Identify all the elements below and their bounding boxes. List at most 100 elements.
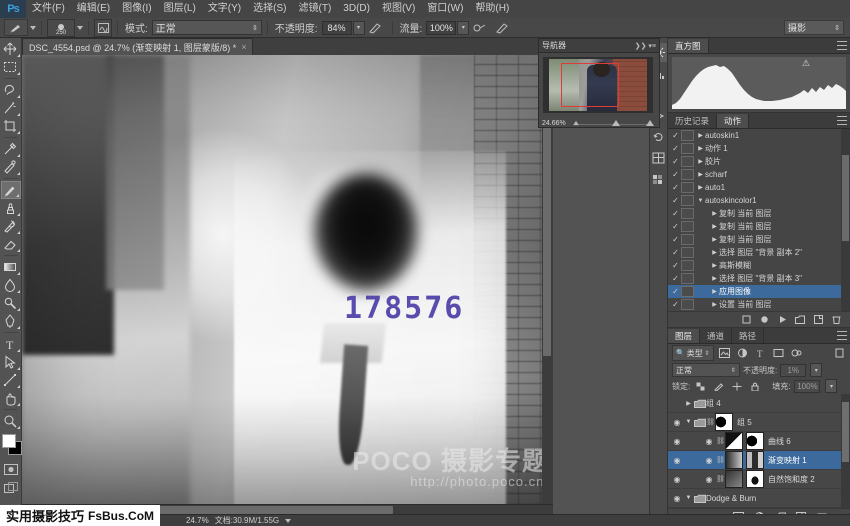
mask-link-icon[interactable]: ⛓ <box>706 418 715 426</box>
menu-item-1[interactable]: 编辑(E) <box>71 0 116 18</box>
group-expand-icon[interactable]: ▶ <box>684 400 693 407</box>
layer-filter-toggle[interactable] <box>832 346 846 360</box>
tab-paths[interactable]: 路径 <box>732 329 764 343</box>
layer-visibility-icon[interactable]: ◉ <box>670 418 684 427</box>
layer-fill-stepper[interactable]: ▾ <box>825 379 837 393</box>
action-enabled-check[interactable]: ✓ <box>670 209 681 218</box>
histogram-panel-menu-icon[interactable] <box>837 41 847 50</box>
layer-adjustment-visibility-icon[interactable]: ◉ <box>702 437 716 446</box>
menu-item-8[interactable]: 视图(V) <box>376 0 421 18</box>
lock-image-pixels-icon[interactable] <box>712 379 726 393</box>
action-dialog-toggle[interactable] <box>681 234 694 245</box>
status-chevron-icon[interactable] <box>285 519 291 523</box>
layer-mask-thumbnail[interactable] <box>715 413 733 431</box>
action-expand-icon[interactable]: ▼ <box>696 198 705 204</box>
action-enabled-check[interactable]: ✓ <box>670 235 681 244</box>
actions-list[interactable]: ✓▶autoskin1✓▶动作 1✓▶胶片✓▶scharf✓▶auto1✓▼au… <box>668 129 850 311</box>
tab-history[interactable]: 历史记录 <box>668 114 717 128</box>
action-row[interactable]: ✓▶动作 1 <box>668 142 850 155</box>
foreground-color-swatch[interactable] <box>2 434 16 448</box>
tab-actions[interactable]: 动作 <box>717 114 749 128</box>
action-dialog-toggle[interactable] <box>681 273 694 284</box>
new-set-icon[interactable] <box>795 314 806 325</box>
action-row[interactable]: ✓▶胶片 <box>668 155 850 168</box>
brush-preset-picker[interactable] <box>4 19 28 36</box>
action-enabled-check[interactable]: ✓ <box>670 222 681 231</box>
layer-mask-thumbnail[interactable] <box>746 432 764 450</box>
action-expand-icon[interactable]: ▶ <box>696 145 705 152</box>
tab-channels[interactable]: 通道 <box>700 329 732 343</box>
action-expand-icon[interactable]: ▶ <box>696 184 705 191</box>
layer-blend-mode-select[interactable]: 正常 ⇳ <box>672 363 740 377</box>
hand-tool[interactable] <box>1 389 21 407</box>
navigator-viewport-rectangle[interactable] <box>561 63 619 107</box>
mask-link-icon[interactable]: ⛓ <box>716 475 725 483</box>
menu-item-10[interactable]: 帮助(H) <box>469 0 515 18</box>
group-expand-icon[interactable]: ▼ <box>684 495 693 501</box>
layer-row[interactable]: ◉▼Dodge & Burn <box>668 489 850 508</box>
path-selection-tool[interactable] <box>1 353 21 371</box>
action-expand-icon[interactable]: ▶ <box>710 223 719 230</box>
layers-panel-menu-icon[interactable] <box>837 331 847 340</box>
mask-link-icon[interactable]: ⛓ <box>716 456 725 464</box>
close-icon[interactable]: × <box>241 42 246 52</box>
layers-scroll-thumb[interactable] <box>842 402 849 462</box>
layer-row[interactable]: ◉◉⛓曲线 6 <box>668 432 850 451</box>
action-expand-icon[interactable]: ▶ <box>710 275 719 282</box>
brush-size-indicator[interactable]: 250 <box>47 19 75 37</box>
status-zoom-value[interactable]: 24.7% <box>186 516 209 525</box>
eyedropper-tool[interactable] <box>1 140 21 158</box>
action-dialog-toggle[interactable] <box>681 182 694 193</box>
action-expand-icon[interactable]: ▶ <box>710 236 719 243</box>
new-action-icon[interactable] <box>813 314 824 325</box>
move-tool[interactable] <box>1 40 21 58</box>
layer-row[interactable]: ◉◉⛓渐变映射 1 <box>668 451 850 470</box>
layer-thumbnail[interactable] <box>725 432 743 450</box>
action-dialog-toggle[interactable] <box>681 286 694 297</box>
layer-opacity-input[interactable]: 1% <box>780 364 806 377</box>
layer-visibility-icon[interactable]: ◉ <box>670 494 684 503</box>
menu-item-2[interactable]: 图像(I) <box>116 0 157 18</box>
opacity-input[interactable]: 84% <box>322 21 352 35</box>
layer-mask-thumbnail[interactable] <box>746 451 764 469</box>
action-row[interactable]: ✓▶高斯模糊 <box>668 259 850 272</box>
action-enabled-check[interactable]: ✓ <box>670 157 681 166</box>
lock-transparent-pixels-icon[interactable] <box>694 379 708 393</box>
workspace-selector[interactable]: 摄影 ⇳ <box>784 20 844 35</box>
action-expand-icon[interactable]: ▶ <box>696 158 705 165</box>
layer-visibility-icon[interactable]: ◉ <box>670 437 684 446</box>
mask-link-icon[interactable]: ⛓ <box>716 437 725 445</box>
healing-brush-tool[interactable] <box>1 158 21 176</box>
action-expand-icon[interactable]: ▶ <box>710 210 719 217</box>
action-row[interactable]: ✓▶应用图像 <box>668 285 850 298</box>
type-filter-icon[interactable]: T <box>754 346 768 360</box>
blend-mode-select[interactable]: 正常 ⇳ <box>152 20 262 35</box>
layer-adjustment-visibility-icon[interactable]: ◉ <box>702 456 716 465</box>
tab-histogram[interactable]: 直方图 <box>668 39 709 53</box>
layer-visibility-icon[interactable]: ◉ <box>670 475 684 484</box>
type-tool[interactable]: T <box>1 335 21 353</box>
action-row[interactable]: ✓▶选择 图层 "背景 副本 3" <box>668 272 850 285</box>
action-row[interactable]: ✓▶复制 当前 图层 <box>668 220 850 233</box>
action-expand-icon[interactable]: ▶ <box>710 262 719 269</box>
canvas-area[interactable]: 178576 POCO 摄影专题 http://photo.poco.cn/ <box>22 55 553 516</box>
action-row[interactable]: ✓▼autoskincolor1 <box>668 194 850 207</box>
action-enabled-check[interactable]: ✓ <box>670 196 681 205</box>
lasso-tool[interactable] <box>1 81 21 99</box>
layer-row[interactable]: ▶组 4 <box>668 394 850 413</box>
history-brush-tool[interactable] <box>1 217 21 235</box>
stop-icon[interactable] <box>741 314 752 325</box>
info-rail-icon[interactable] <box>650 148 667 167</box>
action-dialog-toggle[interactable] <box>681 169 694 180</box>
lock-all-icon[interactable] <box>748 379 762 393</box>
action-row[interactable]: ✓▶复制 当前 图层 <box>668 233 850 246</box>
marquee-tool[interactable] <box>1 58 21 76</box>
action-row[interactable]: ✓▶设置 当前 图层 <box>668 298 850 311</box>
action-dialog-toggle[interactable] <box>681 247 694 258</box>
document-tab[interactable]: DSC_4554.psd @ 24.7% (渐变映射 1, 图层蒙版/8) * … <box>22 38 253 55</box>
actions-scroll-thumb[interactable] <box>842 155 849 241</box>
quick-mask-toggle[interactable] <box>1 460 21 478</box>
action-enabled-check[interactable]: ✓ <box>670 261 681 270</box>
adjustment-filter-icon[interactable] <box>736 346 750 360</box>
layer-adjustment-visibility-icon[interactable]: ◉ <box>702 475 716 484</box>
